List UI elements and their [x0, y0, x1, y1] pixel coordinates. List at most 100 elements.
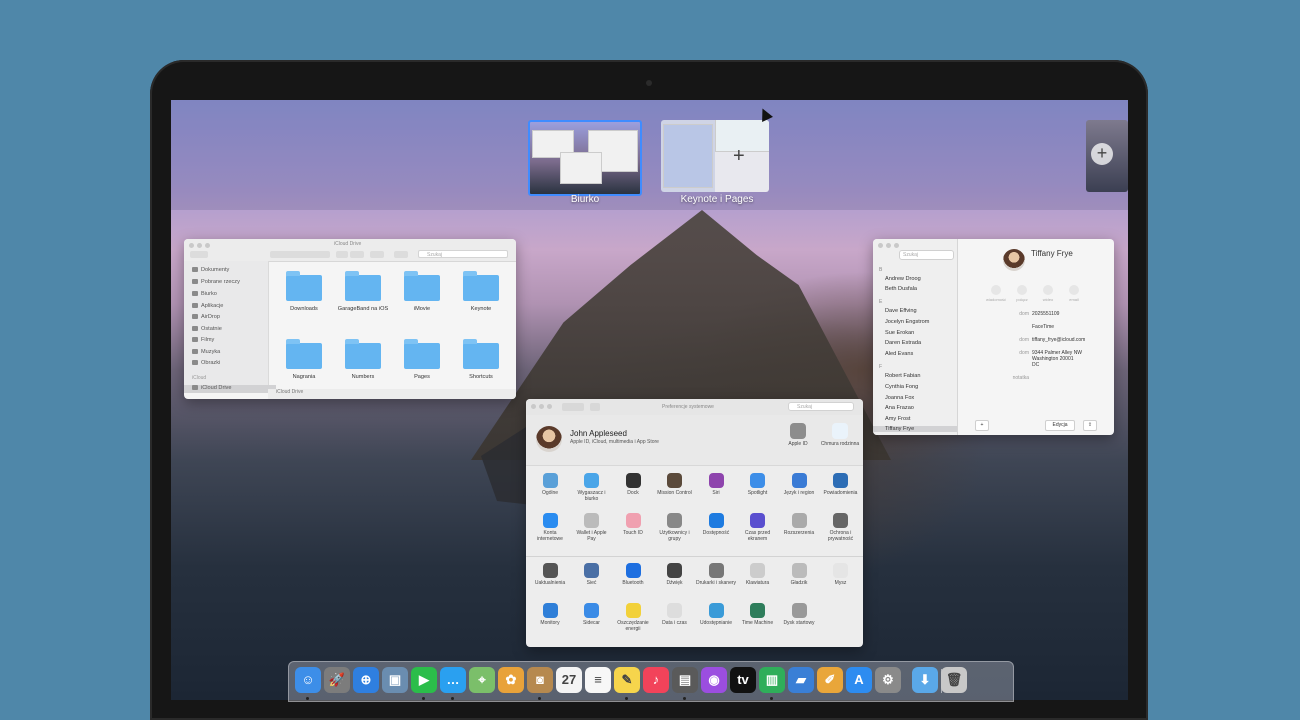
contacts-search-input[interactable]: Szukaj [899, 250, 954, 260]
pref-item-printer[interactable]: Drukarki i skanery [696, 563, 736, 587]
app-store-icon[interactable]: A [846, 667, 872, 693]
sidebar-item-pictures[interactable]: Obrazki [192, 360, 220, 366]
add-desktop-plus-icon[interactable]: + [733, 146, 745, 166]
pref-item-mission-control[interactable]: Mission Control [655, 473, 695, 497]
tags-button[interactable] [394, 251, 408, 258]
contacts-window[interactable]: Szukaj B Andrew Droog Beth Dusfala E Dav… [873, 239, 1114, 435]
view-mode-buttons[interactable] [270, 251, 330, 258]
pref-item-fingerprint[interactable]: Touch ID [613, 513, 653, 537]
space-keynote-pages-thumbnail[interactable] [661, 120, 769, 192]
sidebar-item-documents[interactable]: Dokumenty [192, 267, 229, 273]
maps-icon[interactable]: ⌖ [469, 667, 495, 693]
folder-garageband-icon[interactable] [345, 271, 381, 301]
apple-tv-icon[interactable]: tv [730, 667, 756, 693]
minimize-button[interactable] [886, 243, 891, 248]
podcasts-icon[interactable]: ◉ [701, 667, 727, 693]
pref-item-language[interactable]: Język i region [779, 473, 819, 497]
group-button[interactable] [336, 251, 348, 258]
reminders-icon[interactable]: ≡ [585, 667, 611, 693]
sidebar-item-music[interactable]: Muzyka [192, 349, 220, 355]
folder-keynote-icon[interactable] [463, 271, 499, 301]
preview-icon[interactable]: ▣ [382, 667, 408, 693]
sidebar-item-movies[interactable]: Filmy [192, 337, 214, 343]
contact-row[interactable]: Joanna Fox [885, 395, 914, 401]
pref-item-monitor[interactable]: Monitory [530, 603, 570, 627]
pref-item-accessibility[interactable]: Dostępność [696, 513, 736, 537]
sidebar-item-recents[interactable]: Ostatnie [192, 326, 222, 332]
launchpad-icon[interactable]: 🚀 [324, 667, 350, 693]
phone-field[interactable]: dom 2025551109 [985, 311, 1059, 317]
sidebar-item-icloud-drive[interactable]: iCloud Drive [184, 385, 276, 393]
note-field[interactable]: notatka [985, 375, 1032, 381]
trash-icon[interactable]: 🗑 [941, 667, 967, 693]
pref-item-users[interactable]: Użytkownicy i grupy [655, 513, 695, 542]
contact-row[interactable]: Aled Evans [885, 351, 913, 357]
pref-item-sharing[interactable]: Udostępnianie [696, 603, 736, 627]
messages-icon[interactable]: … [440, 667, 466, 693]
contact-row-selected[interactable]: Tiffany Frye [873, 426, 957, 432]
downloads-folder-icon[interactable]: ⬇ [912, 667, 938, 693]
space-biurko-thumbnail[interactable] [528, 120, 642, 196]
pref-item-clock[interactable]: Data i czas [655, 603, 695, 627]
calendar-icon[interactable]: 27 [556, 667, 582, 693]
contact-row[interactable]: Jocelyn Engstrom [885, 319, 929, 325]
minimize-button[interactable] [197, 243, 202, 248]
pref-item-globe[interactable]: Sieć [572, 563, 612, 587]
contact-row[interactable]: Robert Fabian [885, 373, 920, 379]
zoom-button[interactable] [205, 243, 210, 248]
sidebar-item-airdrop[interactable]: AirDrop [192, 314, 220, 320]
folder-shortcuts-icon[interactable] [463, 339, 499, 369]
show-all-grid-icon[interactable] [590, 403, 600, 411]
pref-item-general[interactable]: Ogólne [530, 473, 570, 497]
contact-row[interactable]: Amy Frost [885, 416, 910, 422]
add-space-button[interactable]: + [1091, 143, 1113, 165]
action-button[interactable] [350, 251, 364, 258]
safari-icon[interactable]: ⊕ [353, 667, 379, 693]
contact-row[interactable]: Daren Estrada [885, 340, 921, 346]
minimize-button[interactable] [539, 404, 544, 409]
zoom-button[interactable] [547, 404, 552, 409]
zoom-button[interactable] [894, 243, 899, 248]
contact-row[interactable]: Andrew Droog [885, 276, 921, 282]
pref-item-trackpad[interactable]: Gładzik [779, 563, 819, 587]
address-field[interactable]: dom 9344 Palmer Alley NW Washington 20001… [985, 350, 1082, 368]
folder-pages-icon[interactable] [404, 339, 440, 369]
pref-item-at[interactable]: Konta internetowe [530, 513, 570, 542]
contact-row[interactable]: Ana Frazao [885, 405, 914, 411]
edit-button[interactable]: Edycja [1045, 420, 1075, 431]
back-forward-buttons[interactable] [562, 403, 584, 411]
close-button[interactable] [531, 404, 536, 409]
close-button[interactable] [878, 243, 883, 248]
pref-item-bulb[interactable]: Oszczędzanie energii [613, 603, 653, 632]
music-icon[interactable]: ♪ [643, 667, 669, 693]
contact-row[interactable]: Cynthia Fong [885, 384, 918, 390]
phone-icon[interactable] [1017, 285, 1027, 295]
finder-search-input[interactable]: Szukaj [418, 250, 508, 258]
email-field[interactable]: dom tiffany_frye@icloud.com [985, 337, 1085, 343]
mail-icon[interactable] [1069, 285, 1079, 295]
pref-item-bluetooth[interactable]: Bluetooth [613, 563, 653, 587]
contact-row[interactable]: Sue Erokan [885, 330, 914, 336]
pref-item-sidecar[interactable]: Sidecar [572, 603, 612, 627]
pref-item-house[interactable]: Ochrona i prywatność [821, 513, 861, 542]
pref-item-disk[interactable]: Dysk startowy [779, 603, 819, 627]
pages-icon[interactable]: ✐ [817, 667, 843, 693]
folder-recordings-icon[interactable] [286, 339, 322, 369]
facetime-field[interactable]: FaceTime [985, 324, 1054, 330]
pref-item-time-machine[interactable]: Time Machine [738, 603, 778, 627]
pref-item-gear[interactable]: Uaktualnienia [530, 563, 570, 587]
family-sharing-item[interactable]: Chmura rodzinna [820, 423, 860, 448]
pref-item-hourglass[interactable]: Czas przed ekranem [738, 513, 778, 542]
pref-item-desktop[interactable]: Wygaszacz i biurko [572, 473, 612, 502]
close-button[interactable] [189, 243, 194, 248]
numbers-icon[interactable]: ▥ [759, 667, 785, 693]
share-button[interactable]: ⇪ [1083, 420, 1097, 431]
pref-item-dock[interactable]: Dock [613, 473, 653, 497]
folder-downloads-icon[interactable] [286, 271, 322, 301]
books-icon[interactable]: ▤ [672, 667, 698, 693]
finder-icon[interactable]: ☺ [295, 667, 321, 693]
contact-row[interactable]: Beth Dusfala [885, 286, 917, 292]
account-section[interactable]: John Appleseed Apple ID, iCloud, multime… [526, 415, 863, 466]
pref-item-notifications[interactable]: Powiadomienia [821, 473, 861, 497]
notes-icon[interactable]: ✎ [614, 667, 640, 693]
